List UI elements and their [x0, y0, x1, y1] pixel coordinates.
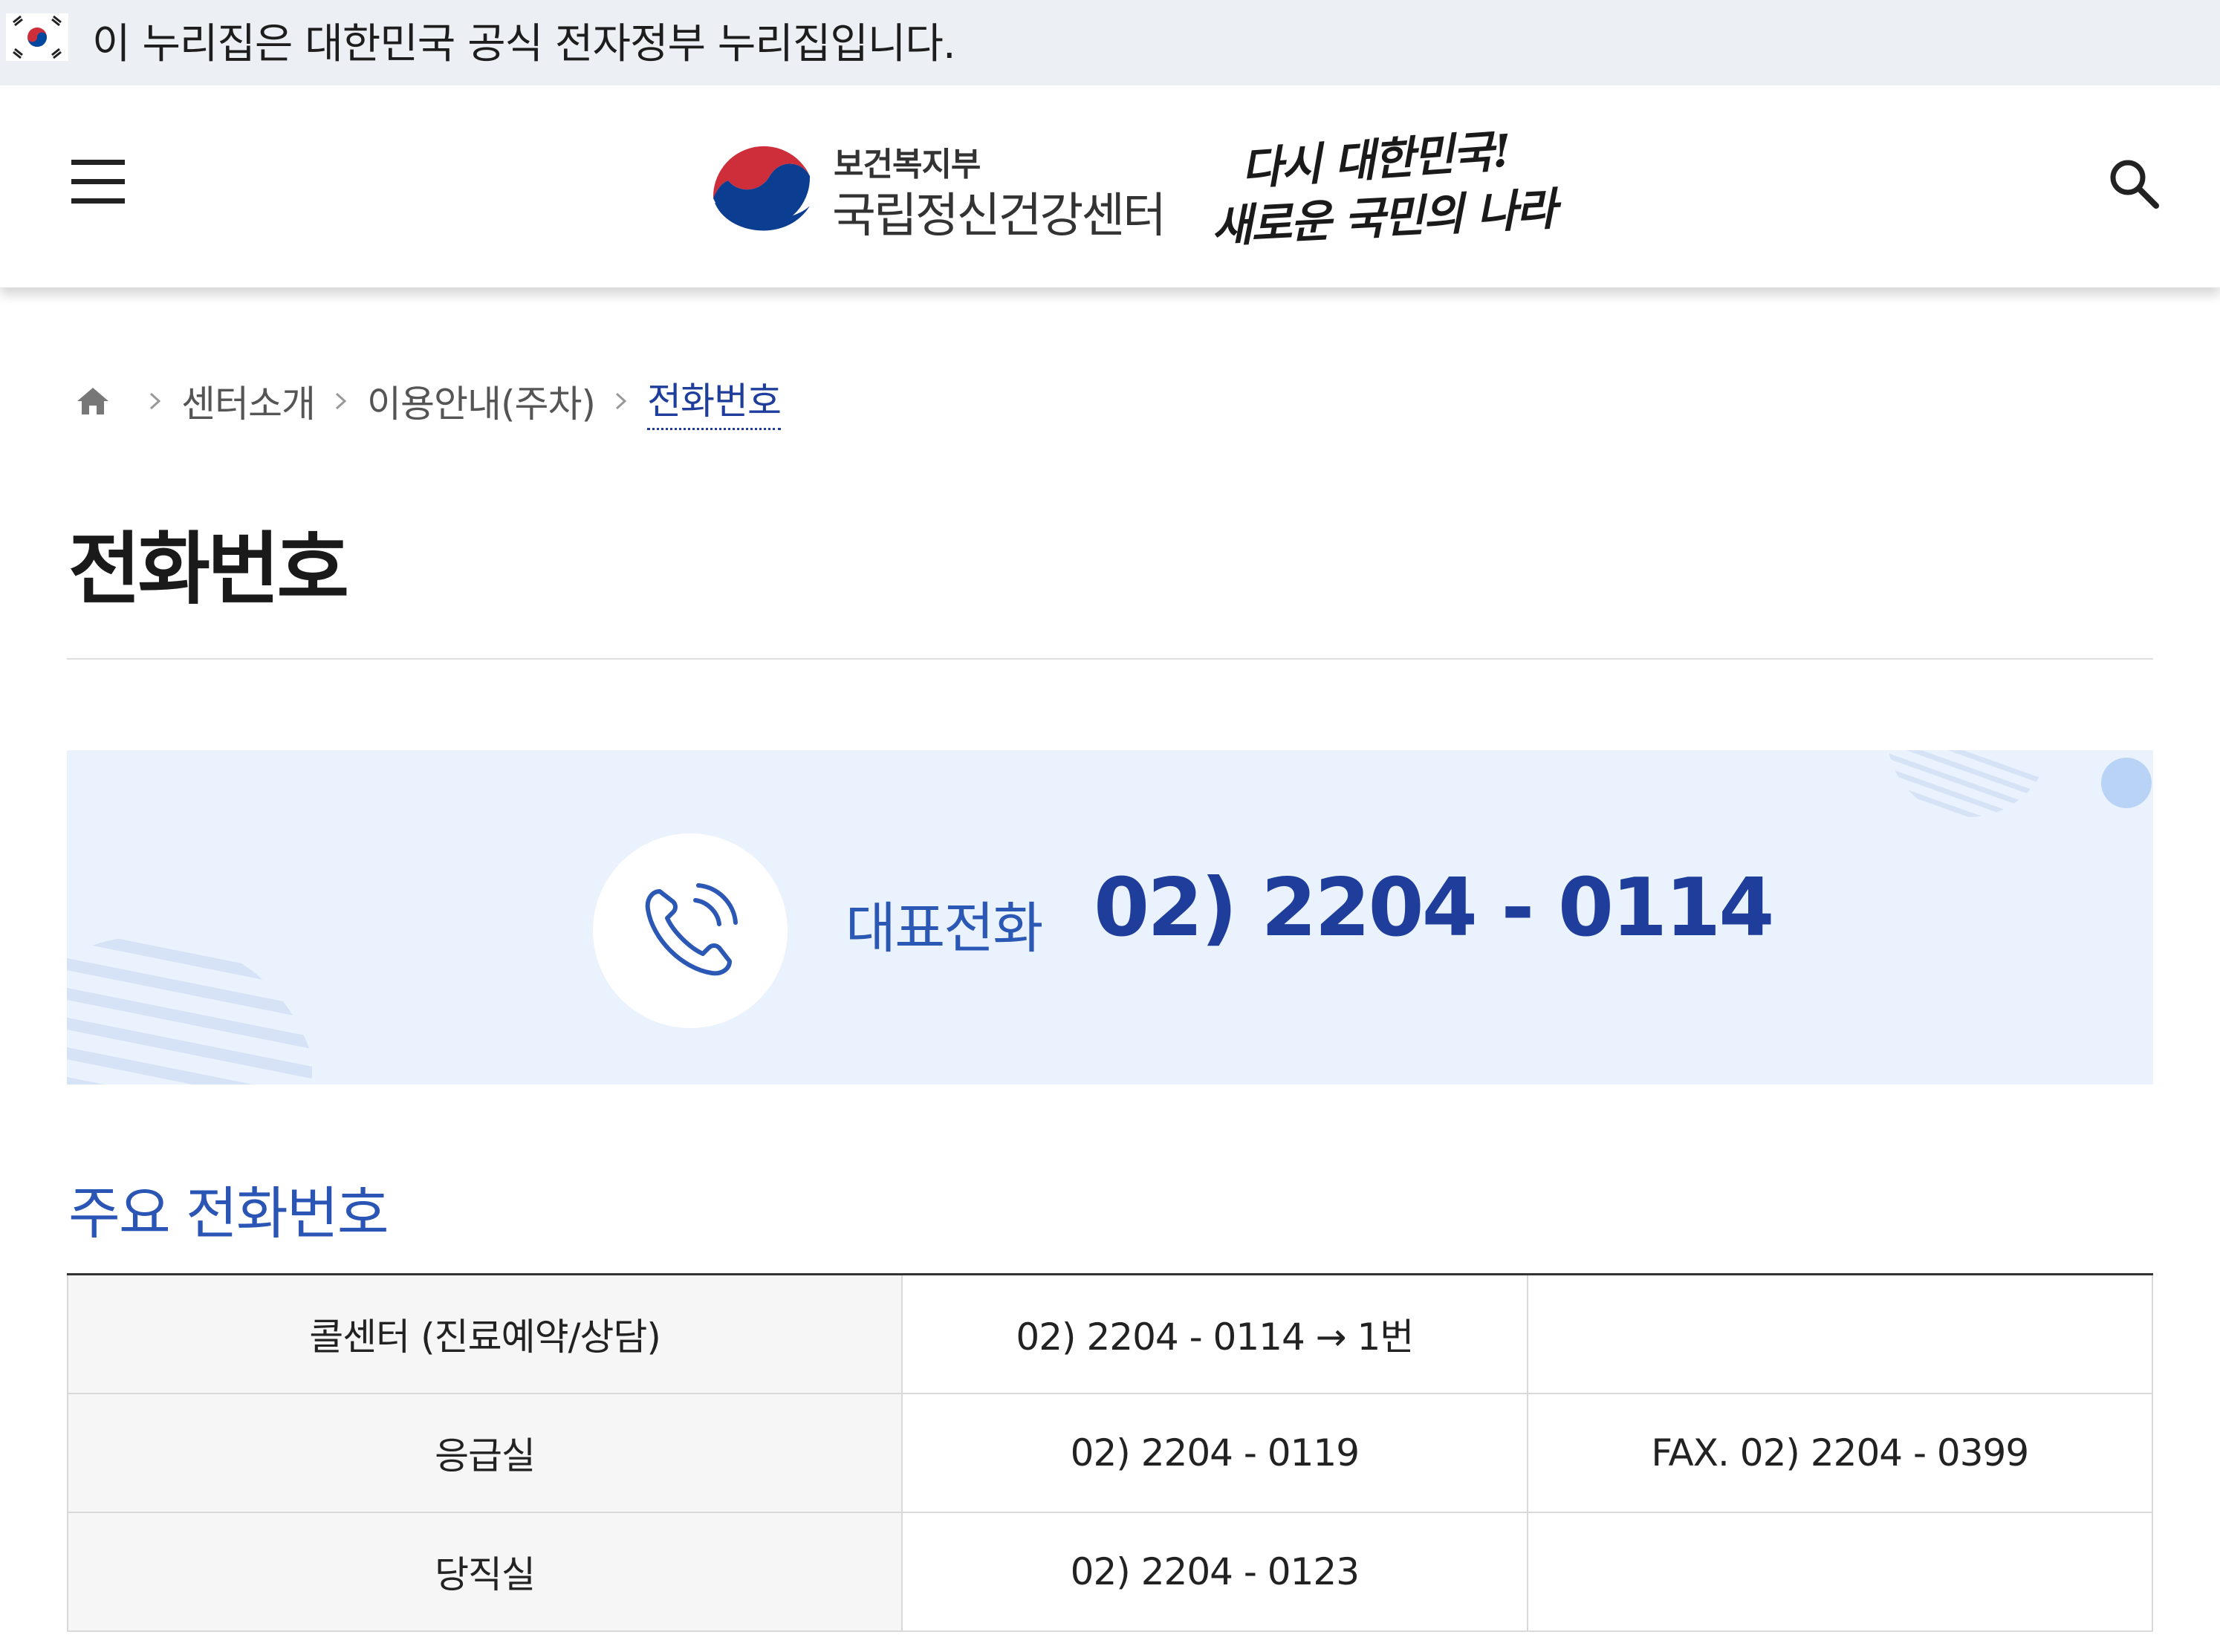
table-row: 당직실 02) 2204 - 0123	[66, 1511, 2154, 1632]
breadcrumb: 센터소개 이용안내(주차) 전화번호	[74, 371, 782, 430]
table-cell-phone[interactable]: 02) 2204 - 0123	[901, 1511, 1528, 1632]
decorative-stripes-right	[1887, 750, 2152, 817]
gov-banner: 이 누리집은 대한민국 공식 전자정부 누리집입니다.	[0, 0, 2220, 85]
breadcrumb-item-center-intro[interactable]: 센터소개	[181, 374, 316, 428]
title-divider	[67, 658, 2153, 660]
main-phone-label: 대표전화	[846, 897, 1043, 960]
phone-icon-circle	[593, 833, 788, 1028]
hamburger-menu-icon[interactable]	[71, 160, 126, 204]
section-title-major-phones: 주요 전화번호	[68, 1180, 389, 1246]
phone-icon	[645, 883, 738, 976]
breadcrumb-current[interactable]: 전화번호	[647, 371, 782, 430]
decorative-stripes-left	[67, 936, 312, 1084]
table-cell-department: 응급실	[66, 1392, 903, 1513]
table-cell-department: 당직실	[66, 1511, 903, 1632]
government-emblem-icon[interactable]	[706, 131, 819, 244]
home-icon[interactable]	[74, 385, 111, 417]
main-phone-panel: 대표전화 02) 2204 - 0114	[67, 750, 2153, 1084]
table-cell-phone[interactable]: 02) 2204 - 0114 → 1번	[901, 1273, 1528, 1394]
table-row: 응급실 02) 2204 - 0119 FAX. 02) 2204 - 0399	[66, 1392, 2154, 1513]
korea-flag-icon	[6, 13, 68, 61]
search-icon[interactable]	[2107, 157, 2161, 210]
site-header: 보건복지부 국립정신건강센터 다시 대한민국! 새로운 국민의 나라	[0, 85, 2220, 287]
chevron-right-icon	[335, 392, 347, 409]
table-cell-department: 콜센터 (진료예약/상담)	[66, 1273, 903, 1394]
breadcrumb-item-usage-guide[interactable]: 이용안내(주차)	[367, 374, 596, 428]
chevron-right-icon	[616, 392, 627, 409]
page-title: 전화번호	[68, 524, 349, 615]
main-phone-number[interactable]: 02) 2204 - 0114	[1094, 862, 1774, 955]
chevron-right-icon	[149, 392, 161, 409]
logo-center-name[interactable]: 국립정신건강센터	[832, 178, 1166, 246]
government-slogan: 다시 대한민국! 새로운 국민의 나라	[1210, 115, 1557, 264]
phone-number-table: 콜센터 (진료예약/상담) 02) 2204 - 0114 → 1번 응급실 0…	[66, 1273, 2154, 1632]
table-row: 콜센터 (진료예약/상담) 02) 2204 - 0114 → 1번	[66, 1273, 2154, 1394]
table-cell-phone[interactable]: 02) 2204 - 0119	[901, 1392, 1528, 1513]
table-cell-fax: FAX. 02) 2204 - 0399	[1526, 1392, 2154, 1513]
table-cell-fax	[1526, 1511, 2154, 1632]
gov-banner-text: 이 누리집은 대한민국 공식 전자정부 누리집입니다.	[92, 20, 956, 68]
table-cell-fax	[1526, 1273, 2154, 1394]
